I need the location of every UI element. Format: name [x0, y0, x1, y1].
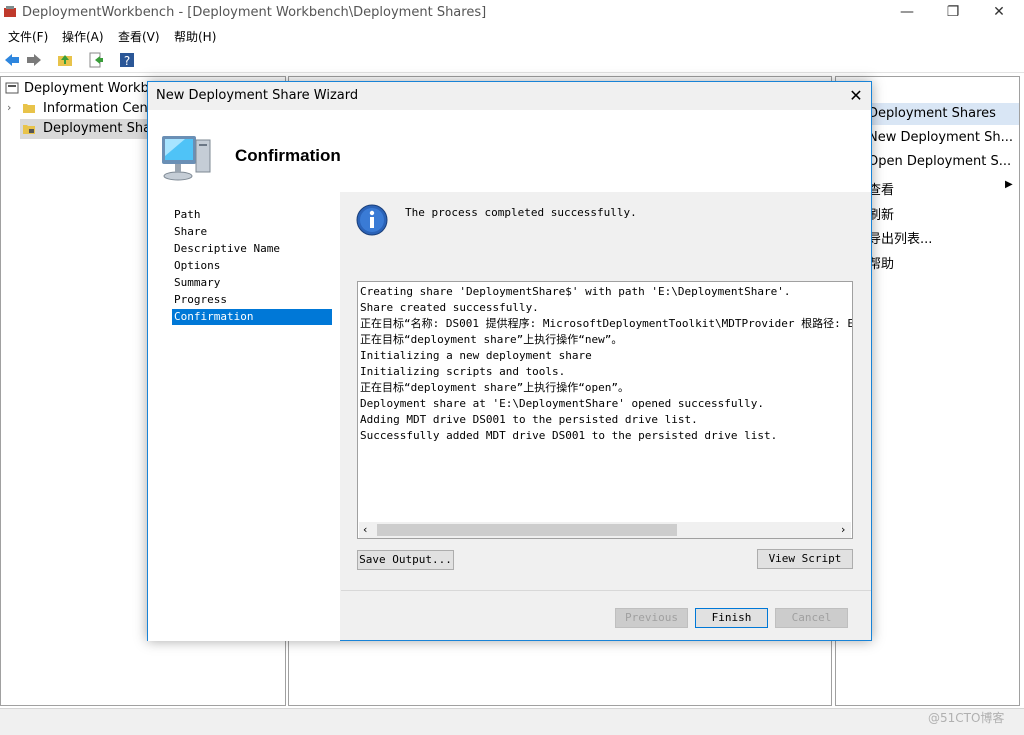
back-arrow-icon[interactable]	[4, 52, 20, 68]
scrollbar-thumb[interactable]	[377, 524, 677, 536]
up-folder-icon[interactable]	[57, 52, 73, 68]
nav-step-progress: Progress	[174, 293, 227, 306]
nav-step-path: Path	[174, 208, 201, 221]
nav-step-confirmation: Confirmation	[172, 309, 332, 325]
close-button[interactable]: ✕	[976, 0, 1022, 26]
computer-icon	[162, 136, 211, 181]
view-script-button[interactable]: View Script	[757, 549, 853, 569]
log-line: Share created successfully.	[360, 301, 539, 314]
action-new-deployment-share[interactable]: New Deployment Sh...	[868, 130, 1013, 145]
folder-icon	[23, 104, 35, 113]
maximize-button[interactable]: ❐	[930, 0, 976, 26]
dialog-divider	[341, 590, 871, 591]
menu-file[interactable]: 文件(F)	[8, 28, 48, 45]
minimize-button[interactable]: —	[884, 0, 930, 26]
help-icon[interactable]: ?	[119, 52, 135, 68]
forward-arrow-icon[interactable]	[26, 52, 42, 68]
horizontal-scrollbar[interactable]: ‹ ›	[359, 522, 851, 538]
submenu-arrow-icon: ▶	[1005, 179, 1013, 190]
log-line: Initializing a new deployment share	[360, 349, 592, 362]
menu-help[interactable]: 帮助(H)	[174, 28, 216, 45]
finish-button[interactable]: Finish	[695, 608, 768, 628]
dialog-heading: Confirmation	[235, 146, 341, 165]
expand-chevron-icon[interactable]: ›	[7, 101, 11, 114]
dialog-title: New Deployment Share Wizard	[156, 88, 359, 103]
output-log[interactable]: Creating share 'DeploymentShare$' with p…	[357, 281, 853, 539]
app-icon	[4, 6, 16, 17]
info-message: The process completed successfully.	[405, 206, 637, 219]
deployment-share-folder-icon	[23, 125, 35, 134]
log-line: Deployment share at 'E:\DeploymentShare'…	[360, 397, 764, 410]
watermark: @51CTO博客	[928, 711, 1005, 725]
previous-button[interactable]: Previous	[615, 608, 688, 628]
scroll-right-icon[interactable]: ›	[841, 522, 845, 538]
toolbar	[0, 48, 1024, 73]
menu-view[interactable]: 查看(V)	[118, 28, 160, 45]
nav-step-descriptive-name: Descriptive Name	[174, 242, 280, 255]
log-line: Successfully added MDT drive DS001 to th…	[360, 429, 778, 442]
title-bar: DeploymentWorkbench - [Deployment Workbe…	[0, 0, 1024, 26]
actions-header: Deployment Shares	[868, 106, 996, 121]
nav-step-share: Share	[174, 225, 208, 238]
log-line: 正在目标“deployment share”上执行操作“new”。	[360, 333, 623, 346]
info-icon	[356, 204, 388, 236]
log-line: 正在目标“名称: DS001 提供程序: MicrosoftDeployment…	[360, 317, 853, 330]
action-export-list[interactable]: 导出列表...	[868, 228, 932, 247]
log-line: Adding MDT drive DS001 to the persisted …	[360, 413, 698, 426]
nav-step-options: Options	[174, 259, 221, 272]
window-title: DeploymentWorkbench - [Deployment Workbe…	[22, 5, 487, 20]
log-line: 正在目标“deployment share”上执行操作“open”。	[360, 381, 629, 394]
scroll-left-icon[interactable]: ‹	[363, 522, 367, 538]
save-output-button[interactable]: Save Output...	[357, 550, 454, 570]
nav-step-summary: Summary	[174, 276, 221, 289]
menu-action[interactable]: 操作(A)	[62, 28, 104, 45]
status-bar	[0, 708, 1024, 735]
wizard-dialog: New Deployment Share Wizard ✕ Confirmati…	[147, 81, 872, 641]
log-line: Initializing scripts and tools.	[360, 365, 566, 378]
log-line: Creating share 'DeploymentShare$' with p…	[360, 285, 791, 298]
workbench-icon	[5, 82, 19, 94]
action-open-deployment-share[interactable]: Open Deployment S...	[868, 154, 1011, 169]
dialog-close-button[interactable]: ✕	[846, 86, 866, 106]
export-icon[interactable]	[88, 52, 104, 68]
cancel-button[interactable]: Cancel	[775, 608, 848, 628]
svg-text:?: ?	[124, 54, 130, 68]
